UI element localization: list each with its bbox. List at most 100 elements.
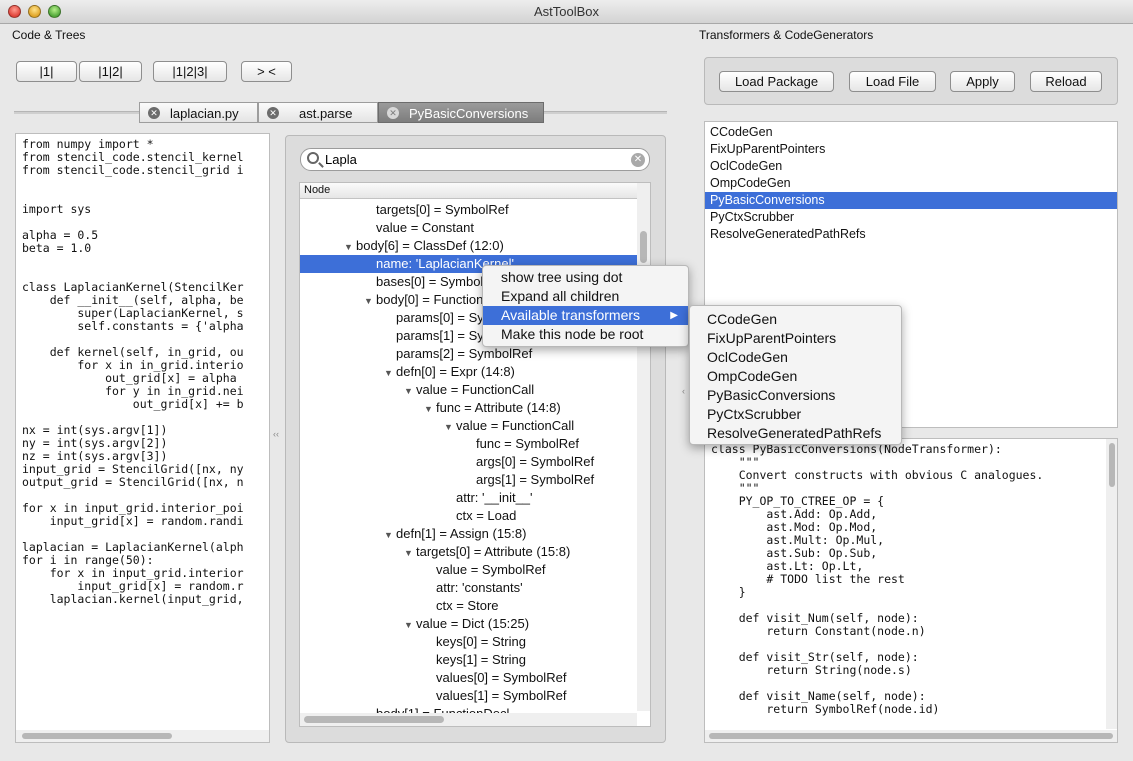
menu-item-expand-all[interactable]: Expand all children bbox=[483, 287, 688, 306]
menu-item-show-tree-dot[interactable]: show tree using dot bbox=[483, 268, 688, 287]
search-field[interactable]: ✕ bbox=[300, 148, 650, 171]
transformer-source-view[interactable]: class PyBasicConversions(NodeTransformer… bbox=[704, 438, 1118, 743]
disclosure-triangle-icon[interactable]: ▼ bbox=[444, 418, 456, 436]
tree-vertical-scrollbar[interactable] bbox=[637, 183, 650, 711]
tree-node[interactable]: attr: 'constants' bbox=[300, 579, 637, 597]
submenu-item[interactable]: PyBasicConversions bbox=[690, 386, 901, 405]
tree-node-label: targets[0] = SymbolRef bbox=[376, 202, 509, 217]
tree-node[interactable]: ctx = Store bbox=[300, 597, 637, 615]
tree-node[interactable]: ▼ targets[0] = Attribute (15:8) bbox=[300, 543, 637, 561]
submenu-item[interactable]: ResolveGeneratedPathRefs bbox=[690, 424, 901, 443]
scroll-thumb[interactable] bbox=[22, 733, 172, 739]
tree-node[interactable]: value = Constant bbox=[300, 219, 637, 237]
scroll-thumb[interactable] bbox=[1109, 443, 1115, 487]
tree-node[interactable]: ctx = Load bbox=[300, 507, 637, 525]
transformer-list-item[interactable]: PyCtxScrubber bbox=[705, 209, 1117, 226]
menu-item-available-transformers[interactable]: Available transformers ▶ bbox=[483, 306, 688, 325]
tree-node-label: attr: 'constants' bbox=[436, 580, 523, 595]
tree-node-label: targets[0] = Attribute (15:8) bbox=[416, 544, 571, 559]
tree-node[interactable]: keys[0] = String bbox=[300, 633, 637, 651]
splitter-handle[interactable]: ‹ bbox=[682, 386, 685, 396]
menu-item-make-root[interactable]: Make this node be root bbox=[483, 325, 688, 344]
tree-node[interactable]: params[2] = SymbolRef bbox=[300, 345, 637, 363]
reload-button[interactable]: Reload bbox=[1030, 71, 1102, 92]
submenu-item[interactable]: PyCtxScrubber bbox=[690, 405, 901, 424]
disclosure-triangle-icon[interactable]: ▼ bbox=[404, 616, 416, 634]
disclosure-triangle-icon[interactable]: ▼ bbox=[384, 364, 396, 382]
tree-horizontal-scrollbar[interactable] bbox=[300, 713, 637, 726]
tree-node[interactable]: ▼ defn[0] = Expr (14:8) bbox=[300, 363, 637, 381]
tree-node[interactable]: targets[0] = SymbolRef bbox=[300, 201, 637, 219]
source-code-editor[interactable]: from numpy import * from stencil_code.ste… bbox=[15, 133, 270, 743]
disclosure-triangle-icon[interactable]: ▼ bbox=[384, 526, 396, 544]
submenu-item[interactable]: OclCodeGen bbox=[690, 348, 901, 367]
layout-1-button[interactable]: |1| bbox=[16, 61, 77, 82]
close-tab-icon[interactable]: ✕ bbox=[267, 107, 279, 119]
close-tab-icon[interactable]: ✕ bbox=[148, 107, 160, 119]
tree-node[interactable]: keys[1] = String bbox=[300, 651, 637, 669]
layout-12-button[interactable]: |1|2| bbox=[79, 61, 142, 82]
transformer-list-item[interactable]: CCodeGen bbox=[705, 124, 1117, 141]
tree-node[interactable]: attr: '__init__' bbox=[300, 489, 637, 507]
tree-node-label: body[6] = ClassDef (12:0) bbox=[356, 238, 504, 253]
tab-label: ast.parse bbox=[299, 106, 353, 121]
tree-column-header: Node bbox=[300, 183, 637, 199]
tree-node-label: defn[0] = Expr (14:8) bbox=[396, 364, 515, 379]
disclosure-triangle-icon[interactable]: ▼ bbox=[364, 292, 376, 310]
tree-node[interactable]: ▼ value = FunctionCall bbox=[300, 417, 637, 435]
load-file-button[interactable]: Load File bbox=[849, 71, 936, 92]
tree-node-label: args[1] = SymbolRef bbox=[476, 472, 595, 487]
tree-node[interactable]: value = SymbolRef bbox=[300, 561, 637, 579]
clear-search-icon[interactable]: ✕ bbox=[631, 153, 645, 167]
tab-label: laplacian.py bbox=[170, 106, 239, 121]
transformer-list-item[interactable]: ResolveGeneratedPathRefs bbox=[705, 226, 1117, 243]
tree-node[interactable]: ▼ value = FunctionCall bbox=[300, 381, 637, 399]
load-package-button[interactable]: Load Package bbox=[719, 71, 834, 92]
tree-node[interactable]: values[0] = SymbolRef bbox=[300, 669, 637, 687]
tree-node[interactable]: ▼ body[6] = ClassDef (12:0) bbox=[300, 237, 637, 255]
scroll-thumb[interactable] bbox=[640, 231, 647, 263]
transformer-list-item[interactable]: FixUpParentPointers bbox=[705, 141, 1117, 158]
code-line: beta = 1.0 bbox=[22, 241, 92, 255]
tree-node[interactable]: args[0] = SymbolRef bbox=[300, 453, 637, 471]
submenu-item[interactable]: CCodeGen bbox=[690, 310, 901, 329]
horizontal-scrollbar[interactable] bbox=[705, 730, 1117, 742]
submenu-arrow-icon: ▶ bbox=[670, 310, 678, 321]
tree-node-label: values[1] = SymbolRef bbox=[436, 688, 567, 703]
tree-node-label: values[0] = SymbolRef bbox=[436, 670, 567, 685]
close-tab-icon[interactable]: ✕ bbox=[387, 107, 399, 119]
submenu-item[interactable]: OmpCodeGen bbox=[690, 367, 901, 386]
collapse-expand-button[interactable]: > < bbox=[241, 61, 292, 82]
disclosure-triangle-icon[interactable]: ▼ bbox=[404, 382, 416, 400]
horizontal-scrollbar[interactable] bbox=[16, 730, 269, 742]
disclosure-triangle-icon[interactable]: ▼ bbox=[404, 544, 416, 562]
tree-node[interactable]: ▼ defn[1] = Assign (15:8) bbox=[300, 525, 637, 543]
search-icon bbox=[307, 152, 319, 164]
code-line: from stencil_code.stencil_grid i bbox=[22, 163, 244, 177]
transformer-list-item[interactable]: PyBasicConversions bbox=[705, 192, 1117, 209]
transformer-list-item[interactable]: OclCodeGen bbox=[705, 158, 1117, 175]
tree-node[interactable]: ▼ func = Attribute (14:8) bbox=[300, 399, 637, 417]
tab-laplacian[interactable]: ✕ laplacian.py bbox=[139, 102, 258, 123]
tree-node[interactable]: args[1] = SymbolRef bbox=[300, 471, 637, 489]
disclosure-triangle-icon[interactable]: ▼ bbox=[344, 238, 356, 256]
vertical-scrollbar[interactable] bbox=[1106, 439, 1117, 729]
splitter-handle[interactable]: ‹‹ bbox=[273, 429, 279, 439]
tab-pybasicconversions[interactable]: ✕ PyBasicConversions bbox=[378, 102, 544, 123]
code-line: return SymbolRef(node.id) bbox=[711, 702, 940, 716]
layout-123-button[interactable]: |1|2|3| bbox=[153, 61, 227, 82]
ast-tree-view[interactable]: Node targets[0] = SymbolRef value = Const… bbox=[299, 182, 651, 727]
transformer-list-item[interactable]: OmpCodeGen bbox=[705, 175, 1117, 192]
tree-node-label: value = Constant bbox=[376, 220, 474, 235]
search-input[interactable] bbox=[325, 151, 625, 168]
disclosure-triangle-icon[interactable]: ▼ bbox=[424, 400, 436, 418]
tree-node[interactable]: func = SymbolRef bbox=[300, 435, 637, 453]
scroll-thumb[interactable] bbox=[304, 716, 444, 723]
apply-button[interactable]: Apply bbox=[950, 71, 1015, 92]
tree-node[interactable]: ▼ value = Dict (15:25) bbox=[300, 615, 637, 633]
submenu-item[interactable]: FixUpParentPointers bbox=[690, 329, 901, 348]
tab-ast-parse[interactable]: ✕ ast.parse bbox=[258, 102, 378, 123]
tree-node[interactable]: values[1] = SymbolRef bbox=[300, 687, 637, 705]
code-line: } bbox=[711, 585, 746, 599]
scroll-thumb[interactable] bbox=[709, 733, 1113, 739]
